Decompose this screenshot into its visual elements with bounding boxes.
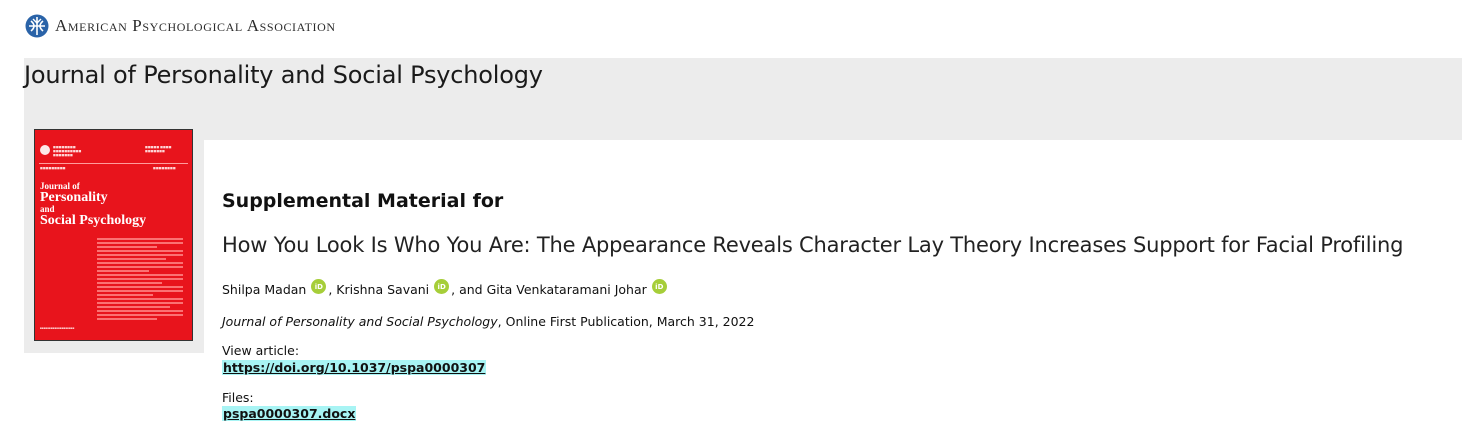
- citation-details: , Online First Publication, March 31, 20…: [497, 314, 755, 329]
- doi-link[interactable]: https://doi.org/10.1037/pspa0000307: [222, 360, 487, 375]
- supplemental-heading: Supplemental Material for: [222, 190, 504, 212]
- file-download-link[interactable]: pspa0000307.docx: [222, 406, 357, 421]
- author-name: Gita Venkataramani Johar: [486, 282, 647, 297]
- author-separator: , and: [451, 282, 487, 297]
- files-label: Files:: [222, 390, 254, 405]
- author-separator: ,: [328, 282, 337, 297]
- orcid-icon[interactable]: iD: [434, 279, 450, 294]
- citation: Journal of Personality and Social Psycho…: [222, 314, 754, 329]
- view-article-label: View article:: [222, 343, 300, 358]
- author-name: Krishna Savani: [336, 282, 430, 297]
- apa-org-name[interactable]: American Psychological Association: [55, 16, 336, 36]
- orcid-icon[interactable]: iD: [311, 279, 327, 294]
- cover-contents-list: [97, 238, 183, 322]
- cover-title: Journal of Personality and Social Psycho…: [40, 181, 147, 228]
- cover-apa-logo-icon: [40, 145, 50, 155]
- journal-cover-image: ■■■■■■■■ ■■■■■■■■■■ ■■■■■■■ ■■■■■ ■■■■ ■■■■…: [34, 129, 193, 341]
- author-list: Shilpa Madan iD , Krishna Savani iD , an…: [222, 279, 669, 297]
- article-title: How You Look Is Who You Are: The Appeara…: [222, 233, 1404, 257]
- author-name: Shilpa Madan: [222, 282, 307, 297]
- journal-title: Journal of Personality and Social Psycho…: [24, 61, 543, 89]
- apa-header: American Psychological Association: [25, 13, 336, 39]
- apa-globe-icon: [25, 14, 49, 38]
- citation-journal: Journal of Personality and Social Psycho…: [222, 314, 498, 329]
- orcid-icon[interactable]: iD: [651, 279, 667, 294]
